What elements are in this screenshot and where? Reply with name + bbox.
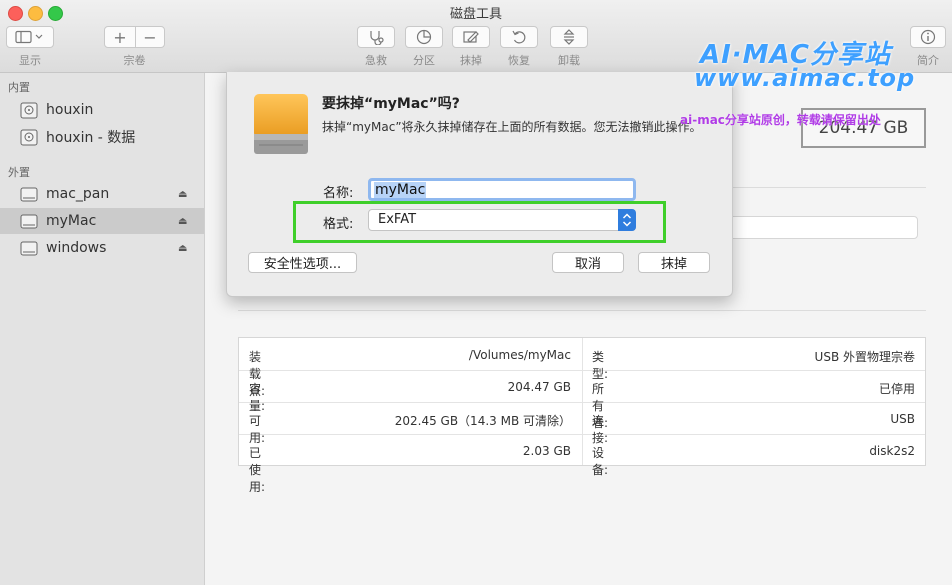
name-field-value: myMac: [374, 182, 427, 198]
internal-disk-icon: [20, 102, 38, 118]
external-disk-icon: [20, 187, 38, 201]
eject-icon[interactable]: ⏏: [178, 189, 187, 200]
plus-icon: +: [113, 27, 127, 47]
external-section-header: 外置: [8, 166, 30, 179]
sidebar-item-label: mac_pan: [46, 186, 110, 202]
info-key: 容量:: [249, 382, 266, 413]
row-divider: [239, 370, 925, 371]
erase-button[interactable]: 抹掉: [638, 252, 710, 273]
sidebar-item-houxin-data[interactable]: houxin - 数据: [0, 124, 204, 150]
sidebar-item-mymac[interactable]: myMac ⏏: [0, 208, 204, 234]
sidebar-view-icon: [15, 30, 43, 44]
restore-arrow-icon: [512, 30, 526, 44]
dialog-message: 抹掉“myMac”将永久抹掉储存在上面的所有数据。您无法撤销此操作。: [322, 120, 702, 134]
info-value: disk2s2: [869, 444, 915, 458]
sidebar-item-label: houxin: [46, 102, 94, 118]
internal-disk-icon: [20, 129, 38, 145]
main-divider: [238, 310, 926, 311]
partition-button[interactable]: [405, 26, 443, 48]
volume-label: 宗卷: [123, 54, 146, 67]
view-button[interactable]: [6, 26, 54, 48]
info-value: USB 外置物理宗卷: [814, 350, 915, 364]
eject-icon[interactable]: ⏏: [178, 243, 187, 254]
dialog-title: 要抹掉“myMac”吗?: [322, 96, 460, 112]
unmount-icon: [563, 29, 575, 45]
external-drive-icon: [254, 94, 308, 154]
eject-icon[interactable]: ⏏: [178, 216, 187, 227]
sidebar-item-label: houxin - 数据: [46, 130, 136, 146]
partition-label: 分区: [413, 54, 435, 67]
format-label: 格式:: [323, 217, 354, 232]
info-key: 已使用:: [249, 446, 266, 494]
format-select-value: ExFAT: [378, 212, 417, 227]
security-options-label: 安全性选项...: [263, 257, 342, 272]
info-value: /Volumes/myMac: [468, 348, 571, 362]
unmount-button[interactable]: [550, 26, 588, 48]
info-value: 204.47 GB: [507, 380, 571, 394]
info-key: 设备:: [592, 446, 609, 477]
info-value: 已停用: [878, 382, 915, 396]
eraser-pencil-icon: [463, 31, 479, 43]
sidebar-item-label: windows: [46, 240, 107, 256]
info-key: 可用:: [249, 414, 266, 445]
erase-label: 抹掉: [660, 257, 687, 272]
external-disk-icon: [20, 214, 38, 228]
watermark-url: www.aimac.top: [694, 64, 916, 92]
sidebar-item-windows[interactable]: windows ⏏: [0, 235, 204, 261]
format-select[interactable]: ExFAT: [368, 209, 636, 231]
info-key: 类型:: [592, 350, 609, 381]
pie-chart-icon: [416, 29, 432, 45]
select-stepper: [618, 209, 636, 231]
add-volume-button[interactable]: +: [104, 26, 136, 48]
watermark-notice: ai-mac分享站原创，转载请保留出处: [680, 113, 881, 127]
volume-info-table: 装载点: /Volumes/myMac 容量: 204.47 GB 可用: 20…: [238, 337, 926, 494]
cancel-label: 取消: [574, 257, 601, 272]
external-disk-icon: [20, 241, 38, 255]
info-icon: [920, 29, 936, 45]
sidebar-item-houxin[interactable]: houxin: [0, 97, 204, 123]
first-aid-button[interactable]: [357, 26, 395, 48]
window-title: 磁盘工具: [449, 7, 502, 22]
name-field[interactable]: myMac: [368, 178, 636, 201]
info-key: 连接:: [592, 414, 609, 445]
security-options-button[interactable]: 安全性选项...: [248, 252, 357, 273]
row-divider: [239, 434, 925, 435]
erase-toolbar-button[interactable]: [452, 26, 490, 48]
minus-icon: −: [143, 27, 157, 47]
info-value: USB: [890, 412, 915, 426]
sidebar-item-mac-pan[interactable]: mac_pan ⏏: [0, 181, 204, 207]
chevron-up-down-icon: [622, 213, 632, 227]
erase-label: 抹掉: [460, 54, 482, 67]
sidebar-item-label: myMac: [46, 213, 97, 229]
stethoscope-icon: [370, 31, 384, 45]
restore-button[interactable]: [500, 26, 538, 48]
restore-label: 恢复: [508, 54, 530, 67]
first-aid-label: 急救: [365, 54, 387, 67]
info-label: 简介: [917, 54, 939, 67]
sidebar: 内置 houxin houxin - 数据 外置 mac_pan ⏏ myMac: [0, 73, 205, 585]
view-label: 显示: [19, 54, 41, 67]
name-label: 名称:: [323, 186, 354, 201]
info-value: 2.03 GB: [522, 444, 571, 458]
erase-dialog: 要抹掉“myMac”吗? 抹掉“myMac”将永久抹掉储存在上面的所有数据。您无…: [226, 72, 733, 297]
capacity-bar: [715, 216, 918, 239]
unmount-label: 卸载: [558, 54, 580, 67]
info-value: 202.45 GB（14.3 MB 可清除）: [394, 414, 571, 428]
row-divider: [239, 402, 925, 403]
internal-section-header: 内置: [8, 81, 30, 94]
info-button[interactable]: [910, 26, 946, 48]
cancel-button[interactable]: 取消: [552, 252, 624, 273]
remove-volume-button[interactable]: −: [135, 26, 165, 48]
